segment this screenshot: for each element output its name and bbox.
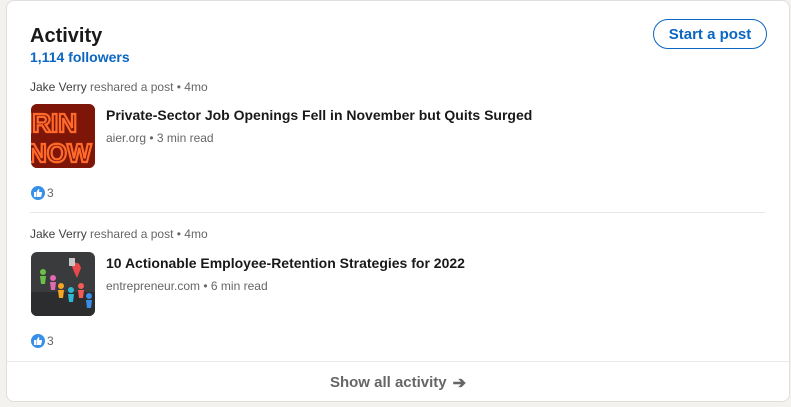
post-divider (30, 212, 765, 213)
post-source: entrepreneur.com • 6 min read (106, 279, 268, 293)
arrow-right-icon: ➔ (452, 374, 467, 392)
thumb-neon-text-1: IRIN (31, 108, 77, 138)
post-like-count: 3 (47, 186, 54, 200)
post-title[interactable]: 10 Actionable Employee-Retention Strateg… (106, 255, 465, 271)
thumbs-up-icon (31, 334, 45, 348)
thumb-neon-text-2: NOW (31, 138, 92, 168)
thumbs-up-icon (31, 186, 45, 200)
post-thumbnail[interactable] (31, 252, 95, 316)
post-likes[interactable]: 3 (31, 334, 54, 348)
post-meta-text: reshared a post • 4mo (90, 80, 208, 94)
post-like-count: 3 (47, 334, 54, 348)
post-author[interactable]: Jake Verry (30, 227, 87, 241)
show-all-activity-button[interactable]: Show all activity ➔ (7, 361, 789, 401)
show-all-label: Show all activity (329, 374, 447, 391)
followers-link[interactable]: 1,114 followers (30, 49, 130, 65)
post-title[interactable]: Private-Sector Job Openings Fell in Nove… (106, 107, 532, 123)
post-meta: Jake Verry reshared a post • 4mo (30, 227, 208, 241)
activity-card: Activity 1,114 followers Start a post Ja… (6, 0, 790, 402)
post-thumbnail[interactable]: IRIN NOW (31, 104, 95, 168)
activity-title: Activity (30, 25, 103, 47)
start-post-button[interactable]: Start a post (653, 19, 767, 49)
post-likes[interactable]: 3 (31, 186, 54, 200)
post-author[interactable]: Jake Verry (30, 80, 87, 94)
post-meta-text: reshared a post • 4mo (90, 227, 208, 241)
post-meta: Jake Verry reshared a post • 4mo (30, 80, 208, 94)
post-source: aier.org • 3 min read (106, 131, 214, 145)
